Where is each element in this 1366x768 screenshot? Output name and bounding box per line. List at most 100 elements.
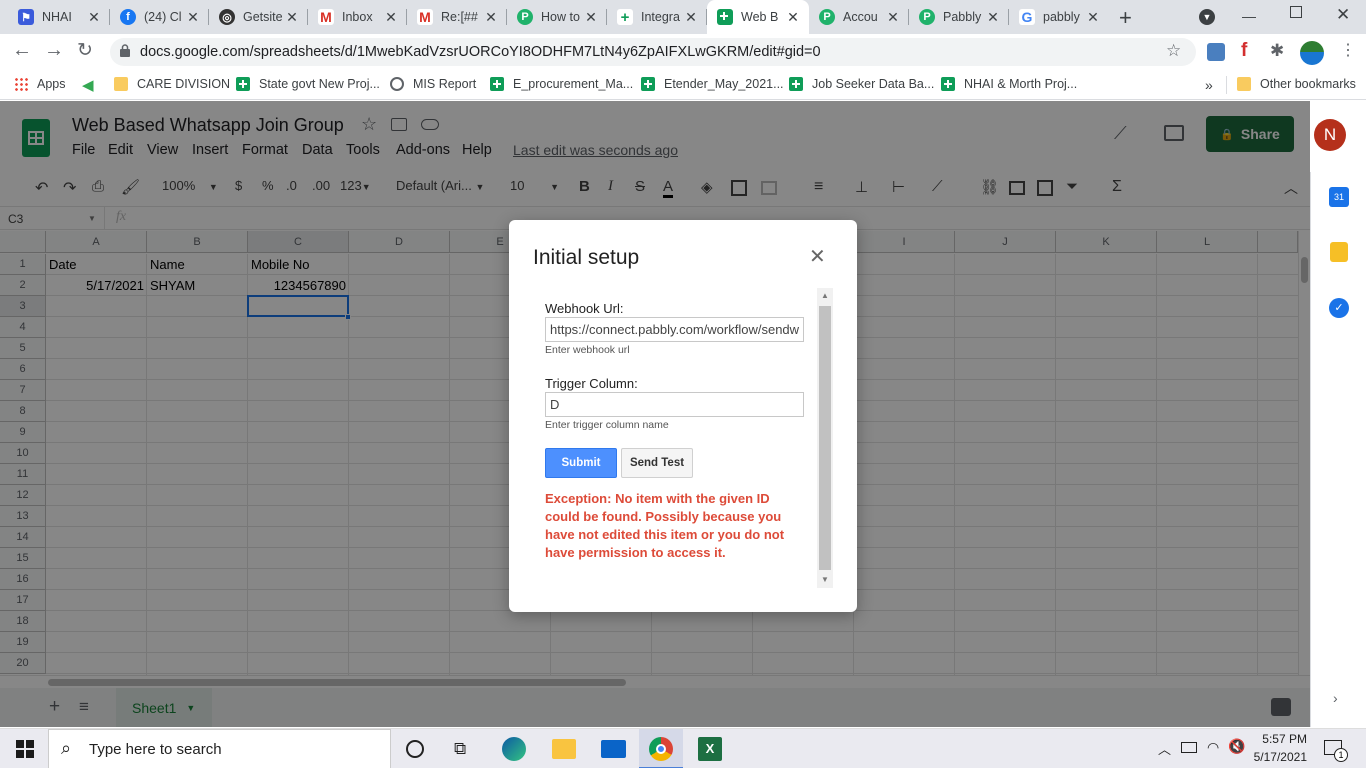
bookmark-item[interactable]: Job Seeker Data Ba... [789,77,934,91]
calendar-icon[interactable]: 31 [1329,187,1349,207]
excel-icon[interactable]: X [698,737,722,761]
mail-icon[interactable] [601,740,626,758]
bookmark-star-icon[interactable]: ☆ [1166,41,1181,61]
edge-icon[interactable] [502,737,526,761]
tab-search-icon[interactable]: ▼ [1199,9,1215,25]
browser-tab[interactable]: ◎ Getsite ✕ [209,0,308,34]
pabbly-icon: P [517,9,533,25]
chrome-taskbar-button[interactable] [639,729,683,768]
tab-close-icon[interactable]: ✕ [483,9,499,26]
tab-close-icon[interactable]: ✕ [284,9,300,26]
browser-tab[interactable]: M Inbox ✕ [308,0,407,34]
folder-icon [1237,77,1251,91]
scroll-down-icon[interactable]: ▼ [817,572,833,588]
tab-close-icon[interactable]: ✕ [86,9,102,26]
bookmarks-overflow[interactable]: » [1205,77,1213,93]
user-avatar[interactable]: N [1314,119,1346,151]
close-window-icon[interactable]: ✕ [1336,5,1350,25]
browser-tab-active[interactable]: Web B ✕ [707,0,809,34]
new-tab-icon[interactable]: + [1119,5,1132,31]
restore-icon[interactable] [1290,6,1302,18]
trigger-column-label: Trigger Column: [545,376,638,391]
browser-tab[interactable]: ⚑ NHAI ✕ [8,0,110,34]
lock-icon [120,44,130,57]
send-test-button[interactable]: Send Test [621,448,693,478]
file-explorer-icon[interactable] [552,739,576,759]
pabbly-icon: P [819,9,835,25]
trigger-column-input[interactable]: D [545,392,804,417]
scrollbar-thumb[interactable] [819,306,831,570]
extension-icon[interactable] [1207,43,1225,61]
sheets-icon [941,77,955,91]
reload-icon[interactable]: ↻ [77,39,93,62]
close-icon[interactable]: ✕ [809,244,826,269]
expand-panel-icon[interactable]: › [1333,690,1338,706]
profile-avatar[interactable] [1300,41,1324,65]
dialog-title: Initial setup [533,246,640,269]
taskbar-search-box[interactable]: ⌕ Type here to search [48,729,391,768]
sheets-favicon-icon [717,9,733,25]
tab-close-icon[interactable]: ✕ [885,9,901,26]
browser-tab[interactable]: Gpabbly ✕ [1009,0,1109,34]
folder-icon [114,77,128,91]
bookmark-item[interactable]: State govt New Proj... [236,77,380,91]
sheets-icon [641,77,655,91]
battery-icon[interactable] [1181,742,1197,753]
tab-close-icon[interactable]: ✕ [985,9,1001,26]
clock-time[interactable]: 5:57 PM [1255,732,1307,746]
gmail-icon: M [417,9,433,25]
tab-close-icon[interactable]: ✕ [1085,9,1101,26]
tab-close-icon[interactable]: ✕ [583,9,599,26]
windows-taskbar: ⌕ Type here to search ⧉ X ︿ ◠ 🔇 5:57 PM … [0,728,1366,768]
forward-icon[interactable]: → [44,39,64,62]
tray-expand-icon[interactable]: ︿ [1158,739,1171,758]
clock-date[interactable]: 5/17/2021 [1249,750,1307,764]
tasks-icon[interactable]: ✓ [1329,298,1349,318]
bookmark-item[interactable]: MIS Report [390,77,476,91]
task-view-icon[interactable]: ⧉ [454,739,466,759]
keep-icon[interactable] [1330,242,1348,262]
windows-start-icon[interactable] [16,740,34,758]
tab-close-icon[interactable]: ✕ [383,9,399,26]
url-bar[interactable]: docs.google.com/spreadsheets/d/1MwebKadV… [110,38,1196,66]
webhook-url-input[interactable]: https://connect.pabbly.com/workflow/send… [545,317,804,342]
extensions-puzzle-icon[interactable]: ✱ [1270,41,1284,61]
side-panel: 31 ✓ › [1310,172,1366,727]
other-bookmarks[interactable]: Other bookmarks [1237,77,1356,91]
tab-close-icon[interactable]: ✕ [683,9,699,26]
bookmark-item[interactable]: NHAI & Morth Proj... [941,77,1077,91]
google-icon: G [1019,9,1035,25]
back-icon[interactable]: ← [12,39,32,62]
volume-muted-icon[interactable]: 🔇 [1228,738,1245,755]
submit-button[interactable]: Submit [545,448,617,478]
bookmark-arrow-icon[interactable]: ◀ [82,76,94,94]
pabbly-icon: P [919,9,935,25]
browser-tab[interactable]: f (24) Cl ✕ [110,0,209,34]
bookmark-apps[interactable]: Apps [14,77,66,91]
globe-icon [390,77,404,91]
extension-f-icon[interactable]: f [1241,40,1247,62]
bookmark-item[interactable]: E_procurement_Ma... [490,77,633,91]
scroll-up-icon[interactable]: ▲ [817,288,833,304]
browser-tab[interactable]: M Re:[## ✕ [407,0,507,34]
webhook-url-label: Webhook Url: [545,301,624,316]
browser-menu-icon[interactable]: ⋮ [1340,40,1356,60]
browser-tab[interactable]: P How to ✕ [507,0,607,34]
tab-close-icon[interactable]: ✕ [185,9,201,26]
minimize-icon[interactable]: — [1242,8,1256,24]
browser-tab[interactable]: P Accou ✕ [809,0,909,34]
browser-tab[interactable]: + Integra ✕ [607,0,707,34]
wifi-icon[interactable]: ◠ [1207,739,1219,756]
url-text: docs.google.com/spreadsheets/d/1MwebKadV… [140,44,821,60]
sheets-icon [236,77,250,91]
trigger-column-help: Enter trigger column name [545,419,669,431]
facebook-icon: f [120,9,136,25]
cortana-icon[interactable] [406,740,424,758]
dialog-scrollbar[interactable]: ▲ ▼ [817,288,833,588]
sheets-icon [490,77,504,91]
getsite-favicon-icon: ◎ [219,9,235,25]
tab-close-icon[interactable]: ✕ [785,9,801,26]
bookmark-item[interactable]: Etender_May_2021... [641,77,784,91]
browser-tab[interactable]: P Pabbly ✕ [909,0,1009,34]
bookmark-item[interactable]: CARE DIVISION [114,77,230,91]
